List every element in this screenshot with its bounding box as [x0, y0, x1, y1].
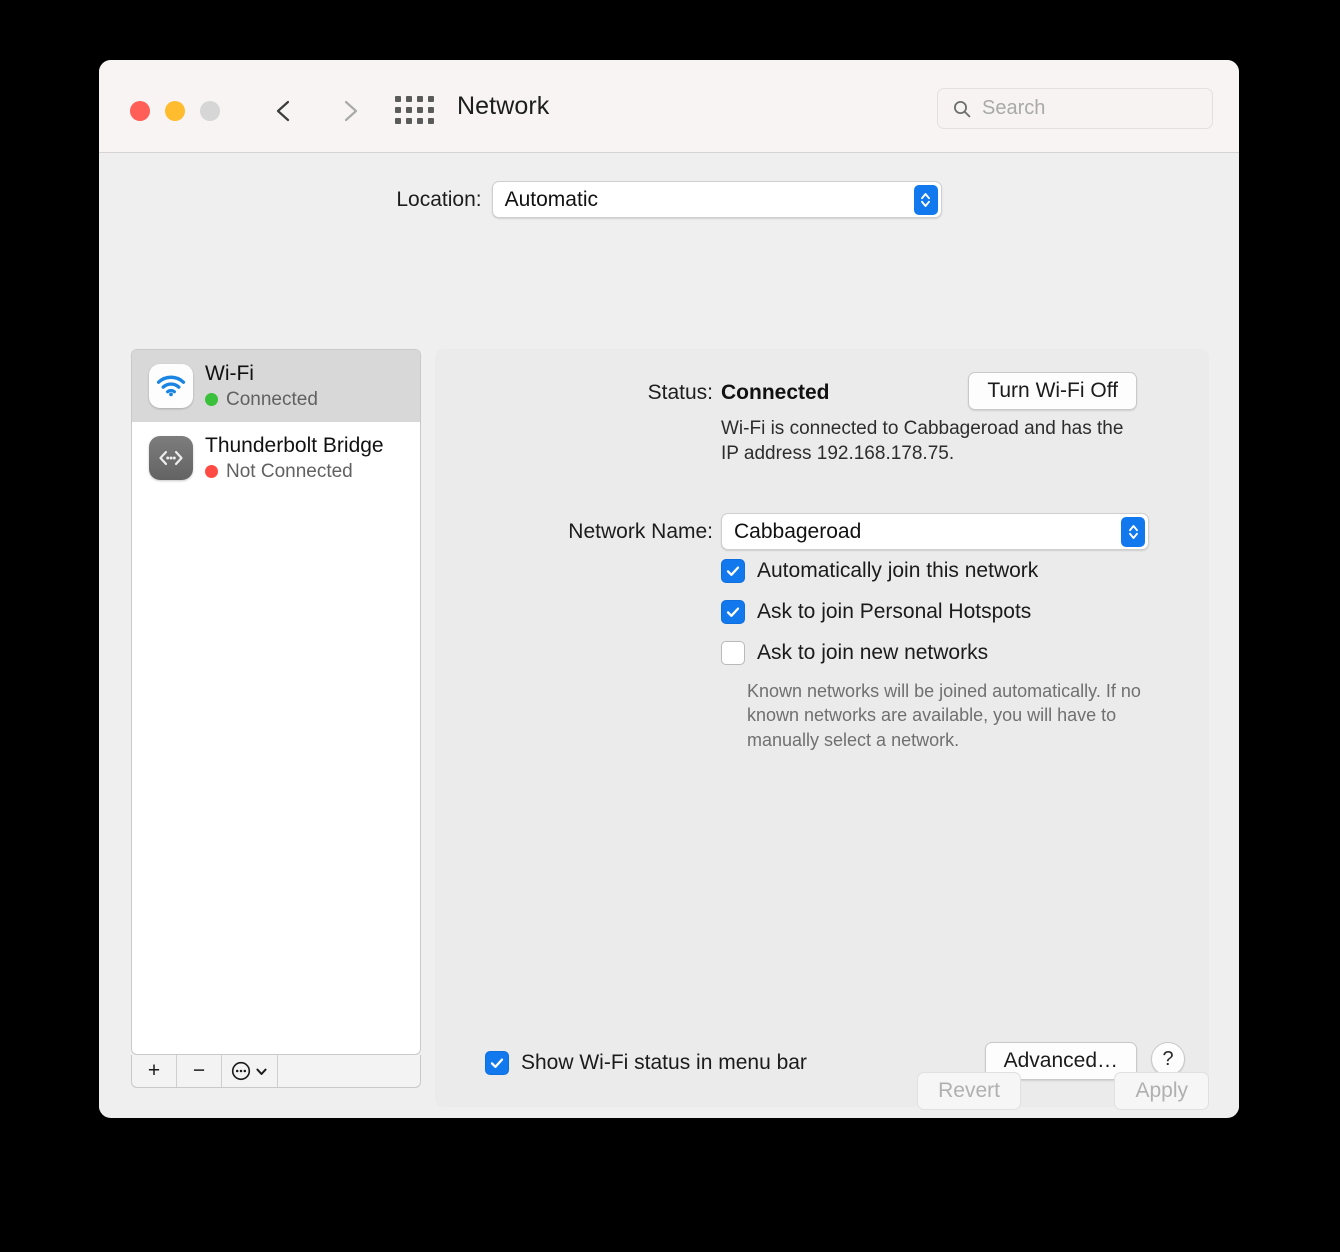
- popup-stepper-icon: [913, 184, 938, 215]
- forward-button[interactable]: [331, 92, 369, 130]
- window-content: Location: Automatic Wi-Fi Connected Thun…: [99, 153, 1239, 1117]
- service-text-thunderbolt-bridge: Thunderbolt Bridge Not Connected: [205, 433, 384, 482]
- service-text-wifi: Wi-Fi Connected: [205, 361, 318, 410]
- checkbox-row-auto-join[interactable]: Automatically join this network: [721, 559, 1038, 583]
- location-popup-button[interactable]: Automatic: [491, 181, 942, 218]
- service-item-thunderbolt-bridge[interactable]: Thunderbolt Bridge Not Connected: [132, 422, 420, 494]
- status-label: Status:: [647, 381, 713, 404]
- checkmark-icon: [726, 566, 740, 576]
- revert-button[interactable]: Revert: [917, 1072, 1021, 1110]
- checkbox-label: Ask to join Personal Hotspots: [757, 600, 1032, 623]
- status-value: Connected: [721, 381, 830, 404]
- checkmark-icon: [490, 1058, 504, 1068]
- show-all-grid-icon[interactable]: [395, 96, 434, 126]
- search-icon: [954, 100, 971, 117]
- network-name-label: Network Name:: [568, 520, 713, 543]
- chevron-down-icon: [256, 1068, 267, 1075]
- checkbox-row-new-networks[interactable]: Ask to join new networks: [721, 641, 988, 665]
- turn-wifi-off-button[interactable]: Turn Wi-Fi Off: [968, 372, 1137, 410]
- minimize-window-button[interactable]: [165, 101, 185, 121]
- service-status-label: Connected: [226, 388, 318, 410]
- network-services-list[interactable]: Wi-Fi Connected Thunderbolt Bridge Not C…: [131, 349, 421, 1055]
- status-detail-text: Wi-Fi is connected to Cabbageroad and ha…: [721, 418, 1124, 465]
- checkbox-show-wifi-status[interactable]: [485, 1051, 509, 1075]
- zoom-window-button[interactable]: [200, 101, 220, 121]
- search-field[interactable]: [937, 88, 1213, 129]
- thunderbolt-bridge-icon: [149, 436, 193, 480]
- services-toolbar-filler: [278, 1055, 420, 1087]
- checkbox-personal-hotspots[interactable]: [721, 600, 745, 624]
- close-window-button[interactable]: [130, 101, 150, 121]
- wifi-detail-panel: Status: Connected Turn Wi-Fi Off Wi-Fi i…: [435, 349, 1209, 1107]
- location-row: Location: Automatic: [99, 181, 1239, 218]
- checkbox-new-networks[interactable]: [721, 641, 745, 665]
- checkbox-row-menu-bar-status[interactable]: Show Wi-Fi status in menu bar: [485, 1051, 807, 1075]
- known-networks-note: Known networks will be joined automatica…: [747, 681, 1141, 750]
- network-preferences-window: Network Location: Automatic: [99, 60, 1239, 1118]
- back-button[interactable]: [265, 92, 303, 130]
- remove-service-button[interactable]: −: [177, 1055, 222, 1087]
- status-dot-not-connected: [205, 465, 218, 479]
- service-item-wifi[interactable]: Wi-Fi Connected: [132, 350, 420, 422]
- location-value: Automatic: [504, 187, 598, 211]
- checkbox-row-personal-hotspots[interactable]: Ask to join Personal Hotspots: [721, 600, 1031, 624]
- location-label: Location:: [396, 187, 482, 211]
- help-button[interactable]: ?: [1151, 1042, 1185, 1076]
- network-name-value: Cabbageroad: [734, 519, 862, 543]
- window-toolbar: Network: [99, 60, 1239, 153]
- service-actions-menu-button[interactable]: [222, 1055, 278, 1087]
- service-status-label: Not Connected: [226, 460, 353, 482]
- checkbox-label: Automatically join this network: [757, 559, 1039, 582]
- network-name-popup-button[interactable]: Cabbageroad: [721, 513, 1149, 550]
- service-name: Wi-Fi: [205, 362, 254, 386]
- search-input[interactable]: [980, 96, 1202, 121]
- page-title: Network: [457, 92, 550, 120]
- checkbox-auto-join[interactable]: [721, 559, 745, 583]
- service-status-row: Not Connected: [205, 461, 384, 483]
- services-list-toolbar: + −: [131, 1055, 421, 1088]
- add-service-button[interactable]: +: [132, 1055, 177, 1087]
- checkbox-label: Show Wi-Fi status in menu bar: [521, 1051, 807, 1074]
- service-name: Thunderbolt Bridge: [205, 434, 384, 458]
- service-status-row: Connected: [205, 389, 318, 411]
- ellipsis-circle-icon: [231, 1061, 251, 1081]
- status-dot-connected: [205, 393, 218, 407]
- checkbox-label: Ask to join new networks: [757, 641, 989, 664]
- checkmark-icon: [726, 607, 740, 617]
- wifi-icon: [149, 364, 193, 408]
- apply-button[interactable]: Apply: [1114, 1072, 1209, 1110]
- popup-stepper-icon: [1121, 516, 1145, 547]
